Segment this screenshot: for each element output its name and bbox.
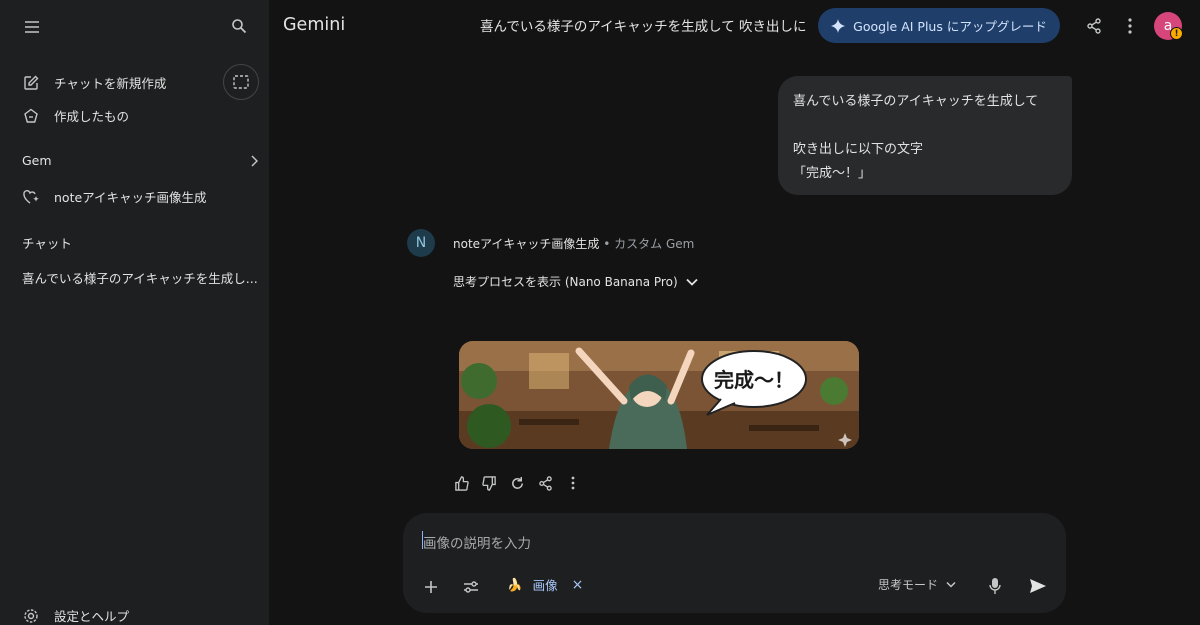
new-chat-button[interactable]: チャットを新規作成 [22, 73, 166, 92]
sparkle-icon [831, 18, 846, 33]
upgrade-label: Google AI Plus にアップグレード [853, 19, 1047, 34]
cafe-illustration: 完成〜！ [459, 341, 859, 449]
user-message-bubble: 喜んでいる様子のアイキャッチを生成して 吹き出しに以下の文字 「完成〜！」 [778, 76, 1072, 195]
thumbs-down-icon[interactable] [481, 474, 497, 492]
gem-avatar: N [407, 229, 435, 257]
chat-heading: チャット [22, 236, 72, 251]
response-actions [453, 474, 581, 492]
menu-icon[interactable] [22, 17, 42, 37]
temporary-chat-button[interactable] [223, 64, 259, 100]
my-stuff-button[interactable]: 作成したもの [22, 106, 129, 125]
recent-chat-label: 喜んでいる様子のアイキャッチを生成し... [22, 271, 258, 286]
mode-selector[interactable]: 思考モード [878, 576, 956, 593]
chip-close-icon[interactable]: × [572, 577, 584, 593]
send-icon[interactable] [1027, 575, 1049, 597]
settings-label: 設定とヘルプ [54, 609, 130, 624]
prompt-composer: 画像の説明を入力 🍌 画像 × 思考モード [403, 513, 1066, 613]
chevron-right-icon [251, 154, 258, 167]
gem-sparkle-icon [22, 188, 40, 206]
gear-icon [22, 607, 40, 625]
chevron-down-icon [946, 581, 956, 588]
share-response-icon[interactable] [537, 474, 553, 492]
sidebar-item-gem[interactable]: noteアイキャッチ画像生成 [22, 187, 207, 206]
brand-title[interactable]: Gemini [283, 15, 345, 35]
show-thinking-toggle[interactable]: 思考プロセスを表示 (Nano Banana Pro) [453, 273, 698, 290]
collection-icon [22, 107, 40, 125]
gem-attribution: noteアイキャッチ画像生成 • カスタム Gem [453, 235, 694, 252]
sidebar: チャットを新規作成 作成したもの Gem noteアイキャッチ画像生成 チャット… [0, 0, 269, 625]
thinking-label: 思考プロセスを表示 (Nano Banana Pro) [453, 275, 678, 289]
chat-title: 喜んでいる様子のアイキャッチを生成して 吹き出しに [480, 19, 807, 35]
speech-bubble-text: 完成〜！ [714, 368, 794, 392]
share-icon[interactable] [1084, 16, 1104, 36]
new-chat-label: チャットを新規作成 [54, 76, 167, 91]
user-message-line: 吹き出しに以下の文字 [793, 142, 924, 157]
dashed-frame-icon [233, 75, 249, 89]
image-tool-chip[interactable]: 🍌 画像 × [507, 575, 583, 594]
gem-heading-label: Gem [22, 153, 52, 168]
main-panel: Gemini 喜んでいる様子のアイキャッチを生成して 吹き出しに Google … [269, 0, 1200, 625]
generated-image[interactable]: 完成〜！ [459, 341, 859, 449]
settings-help-button[interactable]: 設定とヘルプ [22, 606, 129, 625]
more-options-icon[interactable] [565, 474, 581, 492]
gem-name: noteアイキャッチ画像生成 [453, 237, 600, 251]
user-message-line [793, 114, 1057, 138]
banana-icon: 🍌 [507, 576, 523, 592]
my-stuff-label: 作成したもの [54, 109, 130, 124]
microphone-icon[interactable] [985, 575, 1005, 597]
gem-heading[interactable]: Gem [22, 153, 258, 168]
upgrade-button[interactable]: Google AI Plus にアップグレード [818, 8, 1060, 43]
add-icon[interactable] [421, 577, 441, 597]
image-chip-label: 画像 [532, 578, 558, 593]
edit-icon [22, 74, 40, 92]
prompt-input[interactable]: 画像の説明を入力 [423, 532, 531, 552]
more-vert-icon[interactable] [1120, 16, 1140, 36]
tools-icon[interactable] [461, 577, 481, 597]
user-message-line: 喜んでいる様子のアイキャッチを生成して [793, 94, 1039, 109]
gem-subtitle: • カスタム Gem [599, 237, 695, 251]
gem-item-label: noteアイキャッチ画像生成 [54, 190, 207, 205]
mode-label: 思考モード [878, 578, 939, 592]
warning-badge: ! [1170, 27, 1183, 40]
thumbs-up-icon[interactable] [453, 474, 469, 492]
chevron-down-icon [686, 278, 698, 286]
sidebar-item-recent-chat[interactable]: 喜んでいる様子のアイキャッチを生成し... [22, 268, 258, 287]
user-message-line: 「完成〜！」 [793, 166, 872, 181]
search-icon[interactable] [229, 16, 249, 36]
regenerate-icon[interactable] [509, 474, 525, 492]
